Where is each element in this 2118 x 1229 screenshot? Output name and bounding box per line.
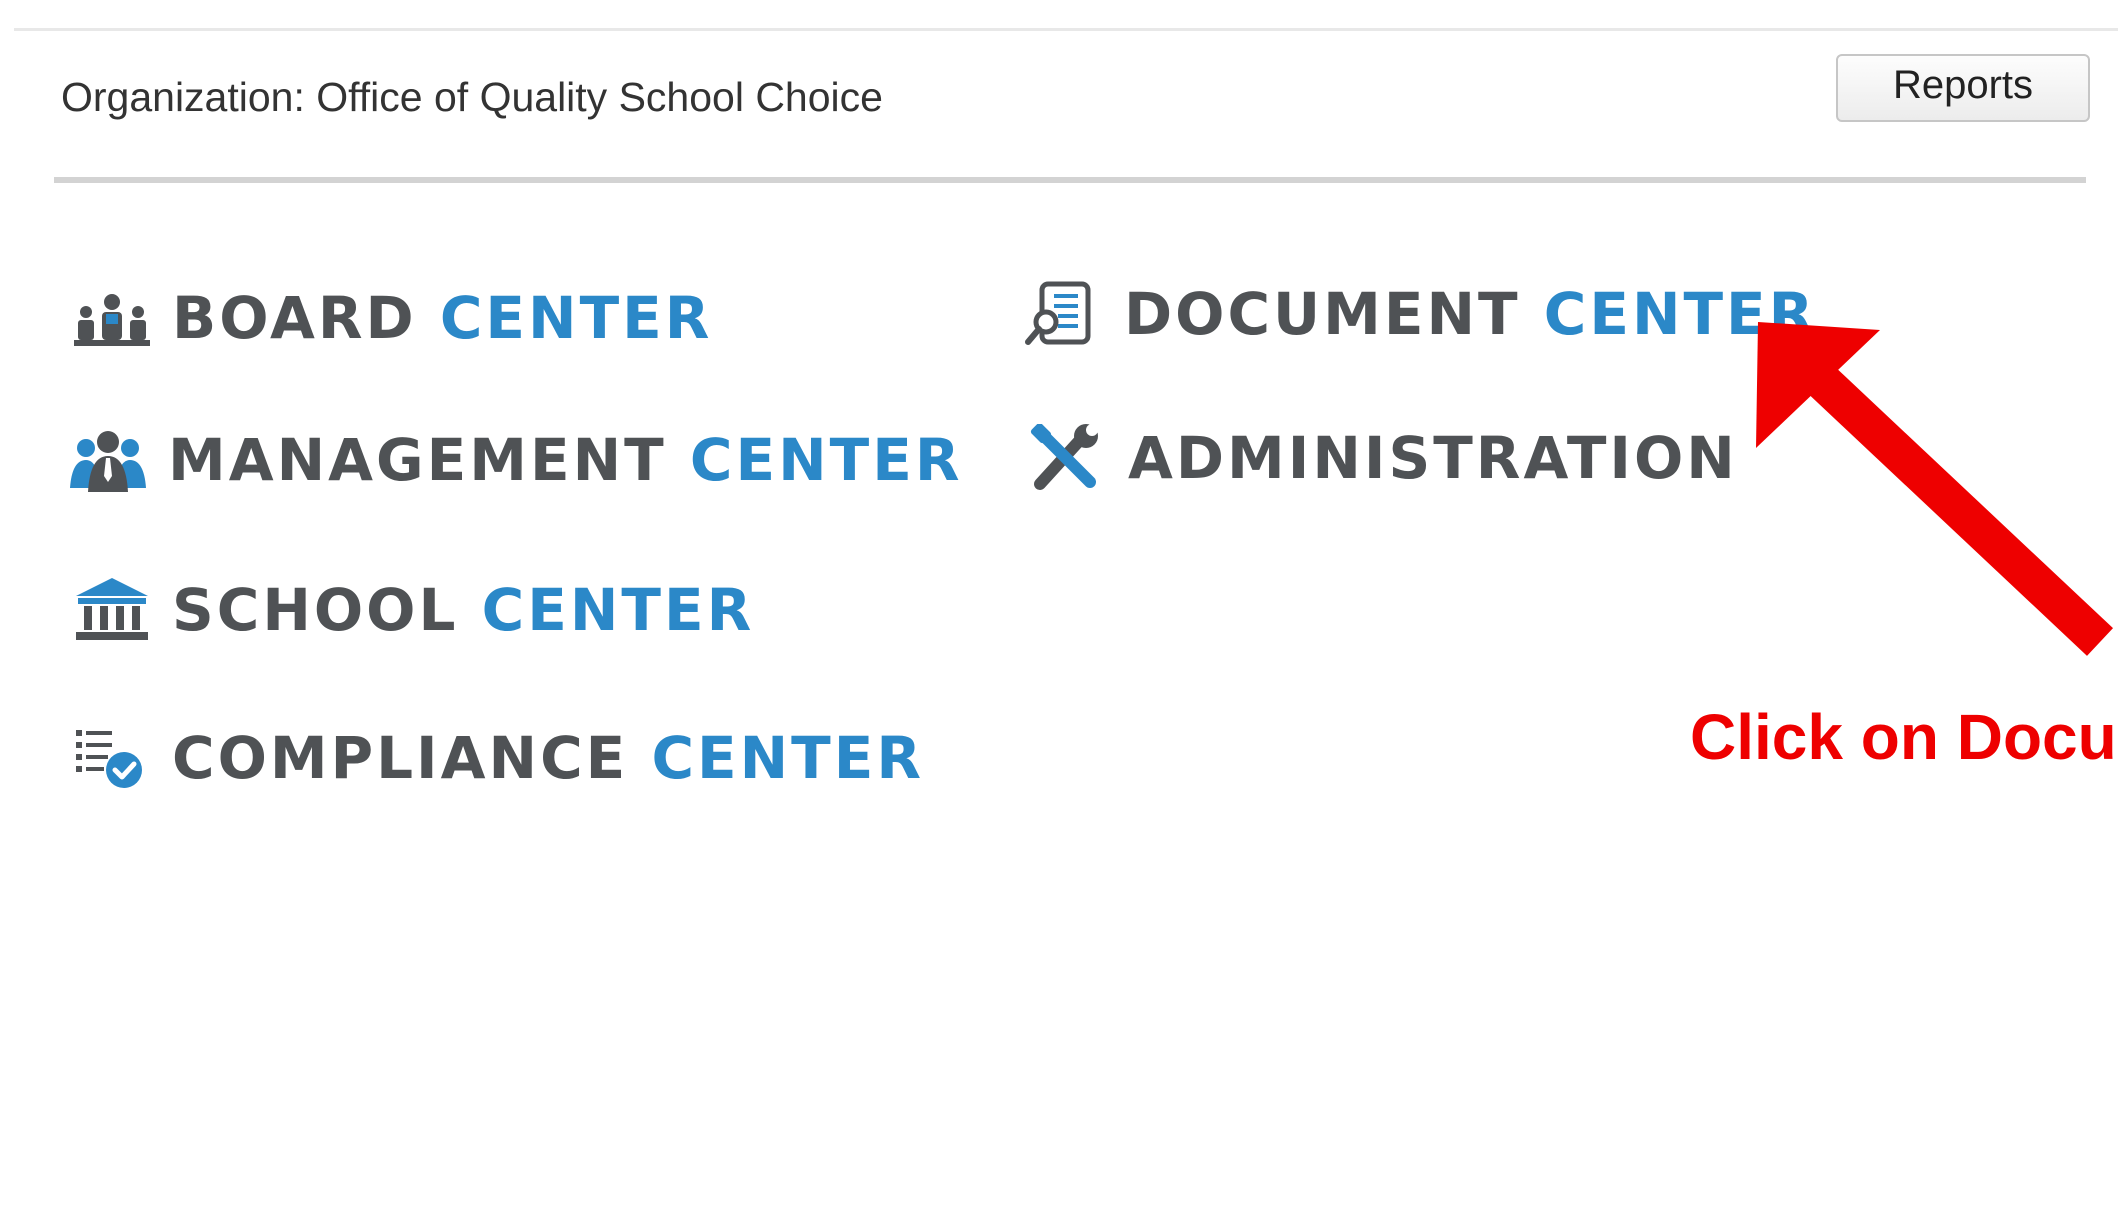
nav-board-word2: CENTER — [439, 284, 713, 352]
nav-compliance-center[interactable]: COMPLIANCE CENTER — [72, 724, 924, 792]
board-people-icon — [72, 284, 152, 352]
nav-management-word2: CENTER — [689, 426, 963, 494]
nav-board-center[interactable]: BOARD CENTER — [72, 284, 712, 352]
nav-compliance-word2: CENTER — [651, 724, 925, 792]
compliance-checklist-icon — [72, 724, 152, 792]
nav-management-word1: MANAGEMENT — [168, 426, 667, 494]
nav-administration[interactable]: ADMINISTRATION — [1028, 424, 1738, 492]
management-team-icon — [68, 426, 148, 494]
nav-school-word1: SCHOOL — [172, 576, 459, 644]
nav-document-word2: CENTER — [1543, 280, 1817, 348]
tools-icon — [1028, 424, 1108, 492]
organization-label: Organization: Office of Quality School C… — [61, 74, 883, 120]
school-building-icon — [72, 576, 152, 644]
nav-board-word1: BOARD — [172, 284, 417, 352]
nav-school-word2: CENTER — [481, 576, 755, 644]
nav-document-word1: DOCUMENT — [1124, 280, 1521, 348]
nav-management-center[interactable]: MANAGEMENT CENTER — [68, 426, 962, 494]
nav-school-center[interactable]: SCHOOL CENTER — [72, 576, 754, 644]
nav-compliance-word1: COMPLIANCE — [172, 724, 629, 792]
document-search-icon — [1024, 280, 1104, 348]
annotation-callout: Click on Document Center — [1690, 701, 2118, 773]
top-divider — [14, 28, 2118, 31]
nav-administration-word1: ADMINISTRATION — [1128, 424, 1738, 492]
reports-button[interactable]: Reports — [1836, 54, 2090, 122]
nav-document-center[interactable]: DOCUMENT CENTER — [1024, 280, 1816, 348]
header-divider — [54, 177, 2086, 183]
